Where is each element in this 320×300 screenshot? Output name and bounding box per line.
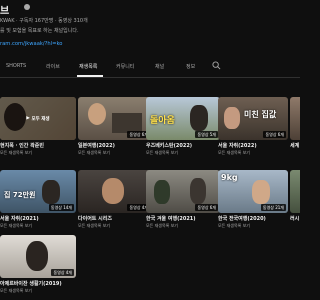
thumbnail-caption: 미친 집값	[244, 110, 277, 119]
tab-community[interactable]: 커뮤니티	[116, 63, 134, 70]
view-playlist-link[interactable]: 모든 재생목록 보기	[78, 150, 110, 156]
playlist-thumbnail[interactable]: ▶ 모두 재생	[0, 97, 76, 140]
playlist-card[interactable]: 동영상 6개 일본여행(2022) 모든 재생목록 보기	[78, 97, 152, 157]
playlist-thumbnail[interactable]: 동영상 6개	[146, 170, 220, 213]
playlist-title[interactable]: 서울 자취(2021)	[0, 215, 76, 222]
play-all-label: 모두 재생	[31, 116, 50, 122]
playlist-card[interactable]: 동영상 6개 한국 겨울 여행(2021) 모든 재생목록 보기	[146, 170, 220, 230]
tab-channels[interactable]: 채널	[155, 63, 164, 70]
person-figure	[26, 241, 48, 271]
video-count-badge: 동영상 14개	[48, 204, 74, 211]
person-figure	[88, 103, 106, 125]
view-playlist-link[interactable]: 모든 재생목록 보기	[218, 223, 250, 229]
tab-playlists[interactable]: 재생목록	[79, 63, 97, 70]
playlist-card[interactable]: 9kg 동영상 21개 한국 전국여행(2020) 모든 재생목록 보기	[218, 170, 288, 230]
view-playlist-link[interactable]: 모든 재생목록 보기	[0, 223, 32, 229]
view-playlist-link[interactable]: 모든 재생목록 보기	[78, 223, 110, 229]
view-playlist-link[interactable]: 모든 재생목록 보기	[146, 223, 178, 229]
person-figure	[154, 180, 170, 204]
playlist-card-partial[interactable]: 세계	[290, 97, 300, 157]
playlist-thumbnail[interactable]: 동영상 4개	[0, 235, 76, 278]
playlist-thumbnail[interactable]	[290, 97, 300, 140]
thumbnail-caption: 9kg	[221, 173, 238, 182]
video-count-badge: 동영상 6개	[195, 204, 218, 211]
video-count-badge: 동영상 5개	[195, 131, 218, 138]
person-figure	[42, 180, 60, 204]
playlist-thumbnail[interactable]: 집 72만원 동영상 14개	[0, 170, 76, 213]
person-figure	[102, 178, 124, 204]
person-figure	[252, 180, 270, 204]
channel-link[interactable]: ram.com/jkwaak/?hl=ko	[0, 41, 62, 47]
playlist-title[interactable]: 일본여행(2022)	[78, 142, 152, 149]
playlist-card[interactable]: 집 72만원 동영상 14개 서울 자취(2021) 모든 재생목록 보기	[0, 170, 76, 230]
view-playlist-link[interactable]: 모든 재생목록 보기	[146, 150, 178, 156]
playlist-thumbnail[interactable]: 동영상 6개	[78, 97, 152, 140]
playlist-title[interactable]: 러시	[290, 215, 300, 222]
verified-icon	[24, 4, 30, 10]
playlist-card[interactable]: 돌아옴 동영상 5개 우즈베키스탄(2022) 모든 재생목록 보기	[146, 97, 220, 157]
channel-tabs: SHORTS 라이브 재생목록 커뮤니티 채널 정보	[0, 57, 300, 78]
playlist-thumbnail[interactable]: 돌아옴 동영상 5개	[146, 97, 220, 140]
video-count-badge: 동영상 21개	[260, 204, 286, 211]
playlist-thumbnail[interactable]	[290, 170, 300, 213]
video-count-badge: 동영상 6개	[263, 131, 286, 138]
person-figure	[190, 178, 206, 204]
tab-live[interactable]: 라이브	[46, 63, 60, 70]
playlist-card[interactable]: 미친 집값 동영상 6개 서울 자취(2022) 모든 재생목록 보기	[218, 97, 288, 157]
playlist-card-partial[interactable]: 러시	[290, 170, 300, 230]
search-icon[interactable]	[212, 61, 221, 70]
play-all-overlay[interactable]: ▶ 모두 재생	[0, 97, 76, 140]
person-figure	[224, 107, 240, 129]
playlist-card[interactable]: ▶ 모두 재생 현지폭 · 인간 곽준빈 모든 재생목록 보기	[0, 97, 76, 157]
channel-meta: KWAK · 구독자 167만명 · 동영상 310개	[0, 18, 88, 24]
tab-shorts[interactable]: SHORTS	[6, 63, 26, 69]
playlist-title[interactable]: 한국 전국여행(2020)	[218, 215, 288, 222]
playlist-title[interactable]: 한국 겨울 여행(2021)	[146, 215, 220, 222]
person-figure	[190, 105, 208, 131]
channel-description[interactable]: 를 및 모험을 목표로 하는 채널입니다.	[0, 27, 79, 34]
playlist-title[interactable]: 세계	[290, 142, 300, 149]
video-count-badge: 동영상 4개	[51, 269, 74, 276]
playlist-title[interactable]: 우즈베키스탄(2022)	[146, 142, 220, 149]
playlist-card[interactable]: 동영상 4개 다이어트 시리즈 모든 재생목록 보기	[78, 170, 152, 230]
playlist-thumbnail[interactable]: 미친 집값 동영상 6개	[218, 97, 288, 140]
channel-title: 브	[0, 6, 10, 17]
playlist-thumbnail[interactable]: 9kg 동영상 21개	[218, 170, 288, 213]
playlist-title[interactable]: 다이어트 시리즈	[78, 215, 152, 222]
playlist-title[interactable]: 서울 자취(2022)	[218, 142, 288, 149]
view-playlist-link[interactable]: 모든 재생목록 보기	[218, 150, 250, 156]
room-scene	[112, 113, 142, 133]
playlist-card[interactable]: 동영상 4개 아제르바이잔 생활기(2019) 모든 재생목록 보기	[0, 235, 76, 297]
playlist-title[interactable]: 아제르바이잔 생활기(2019)	[0, 280, 76, 287]
view-playlist-link[interactable]: 모든 재생목록 보기	[0, 288, 32, 294]
playlist-title[interactable]: 현지폭 · 인간 곽준빈	[0, 142, 76, 149]
playlist-thumbnail[interactable]: 동영상 4개	[78, 170, 152, 213]
thumbnail-caption: 집 72만원	[4, 191, 36, 199]
thumbnail-caption: 돌아옴	[150, 116, 175, 126]
active-tab-indicator	[77, 75, 103, 77]
tab-about[interactable]: 정보	[186, 63, 195, 70]
view-playlist-link[interactable]: 모든 재생목록 보기	[0, 150, 32, 156]
